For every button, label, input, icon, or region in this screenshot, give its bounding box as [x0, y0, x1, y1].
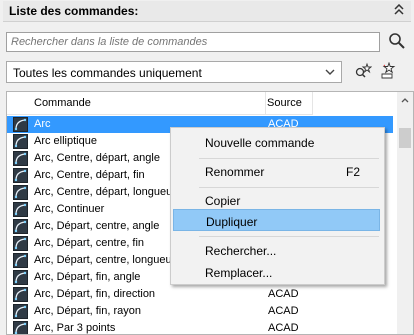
list-item[interactable]: Arc, Par 3 points ACAD — [7, 320, 393, 334]
arc-command-icon — [13, 304, 28, 319]
find-command-button[interactable] — [352, 61, 374, 83]
magnifier-icon — [388, 32, 406, 53]
arc-command-icon — [13, 134, 28, 149]
menu-item-label: Rechercher... — [205, 244, 277, 258]
menu-item-rechercher[interactable]: Rechercher... — [173, 239, 380, 261]
find-star-icon — [354, 62, 373, 83]
collapse-icon[interactable] — [391, 2, 407, 18]
column-header-command[interactable]: Commande — [7, 92, 266, 114]
list-item-command-name: Arc, Centre, départ, fin — [34, 169, 145, 181]
menu-item-label: Copier — [205, 194, 241, 208]
menu-item-label: Renommer — [205, 165, 265, 179]
list-item-command-name: Arc, Départ, centre, fin — [34, 237, 145, 249]
menu-separator — [199, 236, 379, 237]
menu-item-copier[interactable]: Copier — [173, 189, 380, 211]
arc-command-icon — [13, 151, 28, 166]
list-item-source: ACAD — [268, 288, 299, 300]
menu-item-shortcut: F2 — [345, 165, 360, 179]
menu-item-remplacer[interactable]: Remplacer... — [173, 261, 380, 283]
arc-command-icon — [13, 253, 28, 268]
list-item-command-name: Arc, Centre, départ, angle — [34, 152, 160, 164]
list-item-command-name: Arc elliptique — [34, 135, 97, 147]
arc-command-icon — [13, 219, 28, 234]
list-item-command-name: Arc — [34, 118, 51, 130]
arc-command-icon — [13, 287, 28, 302]
menu-separator — [199, 158, 379, 159]
command-list-panel: Liste des commandes: Toutes les commande… — [0, 0, 414, 335]
list-item-command-name: Arc, Départ, centre, longueur — [34, 254, 176, 266]
list-item-command-name: Arc, Départ, fin, direction — [34, 288, 156, 300]
search-input[interactable] — [7, 33, 379, 51]
new-command-button[interactable] — [376, 61, 398, 83]
arc-command-icon — [13, 236, 28, 251]
menu-item-dupliquer[interactable]: Dupliquer — [173, 209, 380, 231]
arc-command-icon — [13, 168, 28, 183]
list-item-command-name: Arc, Continuer — [34, 203, 105, 215]
scroll-up-icon[interactable] — [397, 92, 413, 108]
menu-item-label: Nouvelle commande — [205, 136, 315, 150]
list-item-command-name: Arc, Centre, départ, longueur — [34, 186, 176, 198]
list-item[interactable]: Arc, Départ, fin, direction ACAD — [7, 286, 393, 303]
panel-title: Liste des commandes: — [9, 4, 139, 18]
search-button[interactable] — [386, 31, 408, 53]
context-menu: Nouvelle commande Renommer F2 Copier Dupliqu… — [170, 127, 385, 285]
vertical-scrollbar[interactable] — [397, 92, 413, 334]
arc-command-icon — [13, 270, 28, 285]
filter-selected-value: Toutes les commandes uniquement — [13, 66, 202, 80]
search-field[interactable] — [6, 32, 380, 52]
menu-item-nouvelle-commande[interactable]: Nouvelle commande — [173, 131, 380, 153]
scrollbar-thumb[interactable] — [399, 128, 411, 148]
list-item[interactable]: Arc, Départ, fin, rayon ACAD — [7, 303, 393, 320]
chevron-down-icon[interactable] — [321, 63, 339, 81]
arc-command-icon — [13, 185, 28, 200]
new-command-star-icon — [378, 61, 396, 83]
menu-item-renommer[interactable]: Renommer F2 — [173, 160, 380, 182]
arc-command-icon — [13, 321, 28, 334]
list-item-command-name: Arc, Départ, fin, angle — [34, 271, 141, 283]
arc-command-icon — [13, 202, 28, 217]
filter-dropdown[interactable]: Toutes les commandes uniquement — [6, 61, 342, 83]
menu-item-label: Dupliquer — [206, 215, 258, 229]
list-item-command-name: Arc, Départ, fin, rayon — [34, 305, 141, 317]
list-item-source: ACAD — [268, 322, 299, 334]
list-item-command-name: Arc, Par 3 points — [34, 322, 116, 334]
panel-header: Liste des commandes: — [3, 1, 411, 22]
menu-item-label: Remplacer... — [205, 266, 273, 280]
column-header-source[interactable]: Source — [266, 92, 313, 114]
menu-separator — [199, 187, 379, 188]
list-item-command-name: Arc, Départ, centre, angle — [34, 220, 160, 232]
list-item-source: ACAD — [268, 305, 299, 317]
arc-command-icon — [13, 117, 28, 132]
list-column-header: Commande Source — [7, 92, 313, 115]
